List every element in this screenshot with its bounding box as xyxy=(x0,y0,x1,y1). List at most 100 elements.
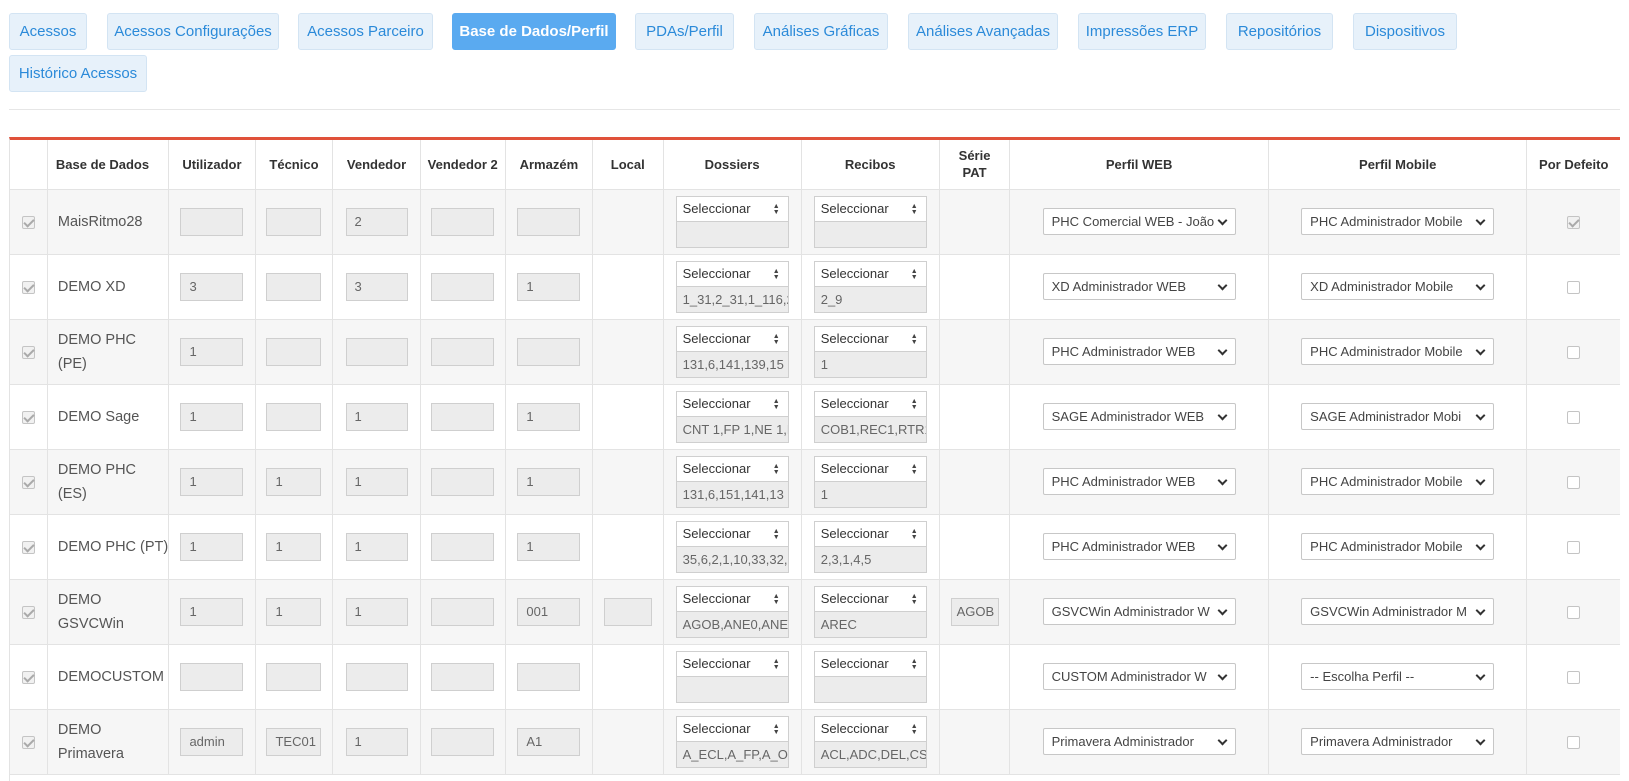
tecnico-input[interactable]: 1 xyxy=(266,532,322,561)
tab-base-de-dados-perfil[interactable]: Base de Dados/Perfil xyxy=(452,13,616,50)
utilizador-input[interactable]: 1 xyxy=(180,532,244,561)
armazem-input[interactable] xyxy=(517,662,581,691)
perfil-web-select[interactable]: PHC Administrador WEB xyxy=(1042,468,1236,495)
perfil-web-select[interactable]: PHC Comercial WEB - João xyxy=(1042,208,1236,235)
row-select-checkbox[interactable] xyxy=(21,411,35,425)
tab-analises-avancadas[interactable]: Análises Avançadas xyxy=(908,13,1058,50)
utilizador-input[interactable]: 1 xyxy=(180,467,244,496)
tab-acessos[interactable]: Acessos xyxy=(9,13,87,50)
vendedor2-input[interactable] xyxy=(431,597,495,626)
perfil-mobile-select[interactable]: SAGE Administrador Mobi xyxy=(1301,403,1495,430)
recibos-select-button[interactable]: Seleccionar ▲ ▼ xyxy=(813,390,927,417)
vendedor-input[interactable]: 1 xyxy=(345,467,408,496)
tecnico-input[interactable] xyxy=(266,207,322,236)
vendedor-input[interactable]: 1 xyxy=(345,597,408,626)
utilizador-input[interactable]: 3 xyxy=(180,272,244,301)
recibos-select-button[interactable]: Seleccionar ▲ ▼ xyxy=(813,715,927,742)
dossiers-select-button[interactable]: Seleccionar ▲ ▼ xyxy=(675,650,789,677)
armazem-input[interactable]: 1 xyxy=(517,272,581,301)
perfil-web-select[interactable]: CUSTOM Administrador W xyxy=(1042,663,1236,690)
default-checkbox[interactable] xyxy=(1567,281,1581,295)
dossiers-select-button[interactable]: Seleccionar ▲ ▼ xyxy=(675,325,789,352)
dossiers-select-button[interactable]: Seleccionar ▲ ▼ xyxy=(675,195,789,222)
dossiers-value[interactable]: AGOB,ANE0,ANEI xyxy=(675,611,789,638)
row-select-checkbox[interactable] xyxy=(21,346,35,360)
tecnico-input[interactable] xyxy=(266,662,322,691)
recibos-select-button[interactable]: Seleccionar ▲ ▼ xyxy=(813,585,927,612)
serie-pat-input[interactable]: AGOB xyxy=(950,597,999,626)
armazem-input[interactable]: 1 xyxy=(517,467,581,496)
utilizador-input[interactable] xyxy=(180,662,244,691)
recibos-value[interactable]: COB1,REC1,RTR1 xyxy=(813,416,927,443)
recibos-value[interactable] xyxy=(813,221,927,248)
perfil-mobile-select[interactable]: PHC Administrador Mobile xyxy=(1301,533,1495,560)
armazem-input[interactable]: A1 xyxy=(517,727,581,756)
recibos-select-button[interactable]: Seleccionar ▲ ▼ xyxy=(813,650,927,677)
default-checkbox[interactable] xyxy=(1567,476,1581,490)
recibos-value[interactable]: 2_9 xyxy=(813,286,927,313)
recibos-value[interactable]: ACL,ADC,DEL,CSC xyxy=(813,741,927,768)
vendedor-input[interactable]: 1 xyxy=(345,727,408,756)
dossiers-select-button[interactable]: Seleccionar ▲ ▼ xyxy=(675,520,789,547)
vendedor2-input[interactable] xyxy=(431,467,495,496)
default-checkbox[interactable] xyxy=(1567,411,1581,425)
tecnico-input[interactable] xyxy=(266,337,322,366)
recibos-select-button[interactable]: Seleccionar ▲ ▼ xyxy=(813,260,927,287)
dossiers-value[interactable] xyxy=(675,221,789,248)
default-checkbox[interactable] xyxy=(1567,541,1581,555)
perfil-web-select[interactable]: XD Administrador WEB xyxy=(1042,273,1236,300)
vendedor-input[interactable]: 2 xyxy=(345,207,408,236)
tecnico-input[interactable]: 1 xyxy=(266,597,322,626)
perfil-web-select[interactable]: Primavera Administrador xyxy=(1042,728,1236,755)
recibos-select-button[interactable]: Seleccionar ▲ ▼ xyxy=(813,325,927,352)
recibos-value[interactable]: 1 xyxy=(813,351,927,378)
tecnico-input[interactable]: TEC01 xyxy=(266,727,322,756)
dossiers-value[interactable]: 35,6,2,1,10,33,32, xyxy=(675,546,789,573)
recibos-select-button[interactable]: Seleccionar ▲ ▼ xyxy=(813,195,927,222)
row-select-checkbox[interactable] xyxy=(21,541,35,555)
row-select-checkbox[interactable] xyxy=(21,281,35,295)
dossiers-value[interactable]: 131,6,151,141,13 xyxy=(675,481,789,508)
vendedor2-input[interactable] xyxy=(431,337,495,366)
vendedor-input[interactable]: 1 xyxy=(345,532,408,561)
perfil-web-select[interactable]: PHC Administrador WEB xyxy=(1042,533,1236,560)
tab-repositorios[interactable]: Repositórios xyxy=(1226,13,1333,50)
tab-acessos-parceiro[interactable]: Acessos Parceiro xyxy=(298,13,433,50)
recibos-value[interactable] xyxy=(813,676,927,703)
perfil-mobile-select[interactable]: PHC Administrador Mobile xyxy=(1301,208,1495,235)
row-select-checkbox[interactable] xyxy=(21,216,35,230)
vendedor2-input[interactable] xyxy=(431,272,495,301)
row-select-checkbox[interactable] xyxy=(21,671,35,685)
utilizador-input[interactable]: admin xyxy=(180,727,244,756)
tab-analises-graficas[interactable]: Análises Gráficas xyxy=(754,13,888,50)
dossiers-select-button[interactable]: Seleccionar ▲ ▼ xyxy=(675,260,789,287)
armazem-input[interactable] xyxy=(517,207,581,236)
recibos-value[interactable]: 1 xyxy=(813,481,927,508)
perfil-mobile-select[interactable]: XD Administrador Mobile xyxy=(1301,273,1495,300)
armazem-input[interactable] xyxy=(517,337,581,366)
vendedor-input[interactable]: 3 xyxy=(345,272,408,301)
tecnico-input[interactable] xyxy=(266,272,322,301)
default-checkbox[interactable] xyxy=(1567,736,1581,750)
default-checkbox[interactable] xyxy=(1567,216,1581,230)
vendedor2-input[interactable] xyxy=(431,727,495,756)
recibos-select-button[interactable]: Seleccionar ▲ ▼ xyxy=(813,455,927,482)
perfil-web-select[interactable]: PHC Administrador WEB xyxy=(1042,338,1236,365)
dossiers-value[interactable]: A_ECL,A_FP,A_OR xyxy=(675,741,789,768)
vendedor-input[interactable] xyxy=(345,662,408,691)
dossiers-select-button[interactable]: Seleccionar ▲ ▼ xyxy=(675,455,789,482)
dossiers-select-button[interactable]: Seleccionar ▲ ▼ xyxy=(675,390,789,417)
vendedor2-input[interactable] xyxy=(431,662,495,691)
utilizador-input[interactable]: 1 xyxy=(180,597,244,626)
dossiers-value[interactable]: 131,6,141,139,15 xyxy=(675,351,789,378)
utilizador-input[interactable]: 1 xyxy=(180,402,244,431)
tab-dispositivos[interactable]: Dispositivos xyxy=(1353,13,1457,50)
utilizador-input[interactable] xyxy=(180,207,244,236)
vendedor2-input[interactable] xyxy=(431,207,495,236)
perfil-mobile-select[interactable]: -- Escolha Perfil -- xyxy=(1301,663,1495,690)
tab-historico-acessos[interactable]: Histórico Acessos xyxy=(9,55,147,92)
tab-pdas-perfil[interactable]: PDAs/Perfil xyxy=(635,13,734,50)
row-select-checkbox[interactable] xyxy=(21,606,35,620)
vendedor2-input[interactable] xyxy=(431,402,495,431)
recibos-value[interactable]: AREC xyxy=(813,611,927,638)
